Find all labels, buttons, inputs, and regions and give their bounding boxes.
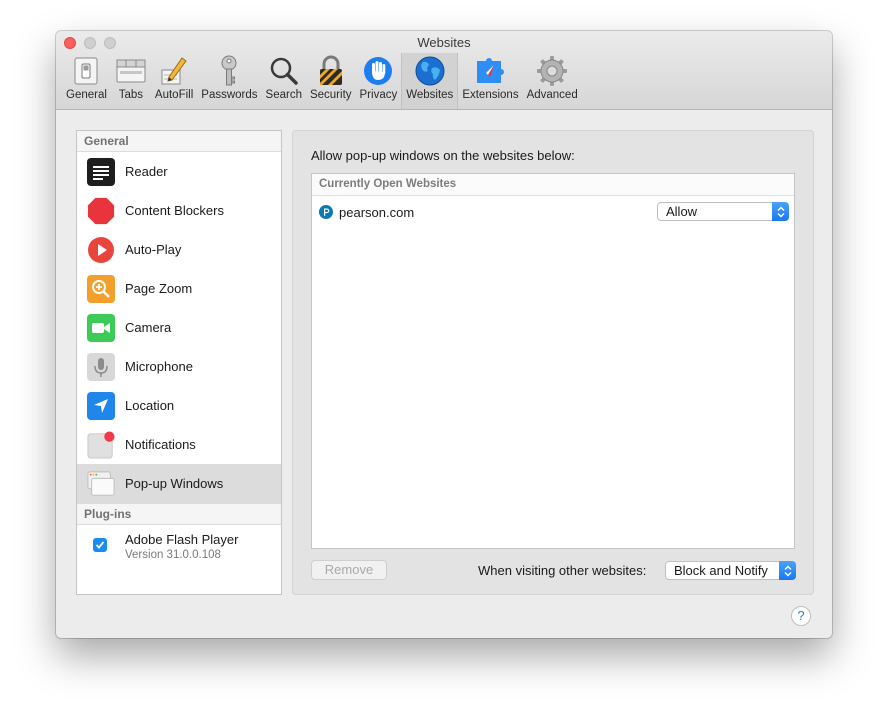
play-icon [87,236,115,264]
extensions-icon [474,55,506,87]
chevron-updown-icon [772,202,789,221]
preferences-toolbar: General Tabs AutoFill Passwords Search S… [62,53,582,109]
other-websites-value: Block and Notify [674,563,768,578]
help-button[interactable]: ? [791,606,811,626]
key-icon [213,55,245,87]
plugin-name: Adobe Flash Player [125,532,239,547]
pencil-icon [158,55,190,87]
websites-table: Currently Open Websites pearson.com Allo… [311,173,795,549]
preferences-window: Websites General Tabs AutoFill Passwords… [56,31,832,638]
sidebar-item-label: Notifications [125,437,196,452]
magnifier-icon [268,55,300,87]
site-setting-select[interactable]: Allow [657,202,789,221]
location-arrow-icon [87,391,115,420]
tab-general-label: General [66,89,107,101]
zoom-icon [87,274,115,303]
sidebar-item-auto-play[interactable]: Auto-Play [77,230,281,269]
tab-search[interactable]: Search [262,53,306,109]
tab-autofill[interactable]: AutoFill [151,53,197,109]
tab-security-label: Security [309,89,352,101]
tab-passwords[interactable]: Passwords [197,53,261,109]
sidebar-item-label: Camera [125,320,172,335]
sidebar-item-reader[interactable]: Reader [77,152,281,191]
tab-privacy[interactable]: Privacy [356,53,402,109]
sidebar-item-label: Reader [125,164,168,179]
tabs-icon [115,55,147,87]
tab-search-label: Search [265,89,302,101]
websites-pane: General Reader Content Blockers Auto-Pla… [56,110,832,638]
tab-advanced-label: Advanced [526,89,578,101]
padlock-icon [315,55,347,87]
other-websites-label: When visiting other websites: [478,563,647,578]
plugins-section-header: Plug-ins [77,503,281,525]
sidebar-item-camera[interactable]: Camera [77,308,281,347]
sidebar-item-flash-player[interactable]: Adobe Flash Player Version 31.0.0.108 [77,525,281,573]
titlebar: Websites General Tabs AutoFill Passwords… [56,31,832,110]
hand-icon [362,55,394,87]
tab-passwords-label: Passwords [201,89,258,101]
plugin-version: Version 31.0.0.108 [125,549,221,561]
reader-icon [87,157,115,186]
tab-websites[interactable]: Websites [401,53,459,109]
site-domain: pearson.com [339,204,415,220]
site-setting-value: Allow [666,204,698,219]
checkmark-icon [95,541,105,549]
sidebar-item-content-blockers[interactable]: Content Blockers [77,191,281,230]
sidebar-item-label: Location [125,398,175,413]
tab-privacy-label: Privacy [359,89,398,101]
stop-sign-icon [87,197,115,225]
popup-windows-icon [87,470,115,498]
tab-general[interactable]: General [62,53,111,109]
popup-settings-panel: Allow pop-up windows on the websites bel… [292,130,814,595]
sidebar-item-label: Content Blockers [125,203,224,218]
microphone-icon [87,352,115,381]
general-section-header: General [77,131,281,152]
pearson-favicon-icon [319,205,333,219]
websites-sidebar: General Reader Content Blockers Auto-Pla… [76,130,282,595]
tab-advanced[interactable]: Advanced [523,53,582,109]
flash-enabled-checkbox[interactable] [93,538,107,552]
tab-security[interactable]: Security [306,53,356,109]
globe-icon [414,55,446,87]
general-switch-icon [70,55,102,87]
tab-tabs-label: Tabs [118,89,144,101]
window-title: Websites [417,35,471,50]
sidebar-item-pop-up-windows[interactable]: Pop-up Windows [77,464,281,503]
table-header: Currently Open Websites [312,174,794,196]
tab-extensions-label: Extensions [462,89,519,101]
tab-extensions[interactable]: Extensions [458,53,522,109]
notifications-icon [87,430,115,459]
tab-tabs[interactable]: Tabs [111,53,151,109]
sidebar-item-label: Pop-up Windows [125,476,224,491]
sidebar-item-label: Page Zoom [125,281,193,296]
tab-websites-label: Websites [406,89,454,101]
sidebar-item-label: Auto-Play [125,242,182,257]
plugin-info: Adobe Flash Player Version 31.0.0.108 [125,532,238,573]
sidebar-item-label: Microphone [125,359,193,374]
table-row[interactable]: pearson.com Allow [312,196,794,228]
tab-autofill-label: AutoFill [154,89,194,101]
other-websites-select[interactable]: Block and Notify [665,561,796,580]
chevron-updown-icon [779,561,796,580]
sidebar-item-page-zoom[interactable]: Page Zoom [77,269,281,308]
panel-heading: Allow pop-up windows on the websites bel… [311,148,575,163]
sidebar-item-notifications[interactable]: Notifications [77,425,281,464]
sidebar-item-location[interactable]: Location [77,386,281,425]
sidebar-item-microphone[interactable]: Microphone [77,347,281,386]
gear-icon [536,55,568,87]
remove-button[interactable]: Remove [311,560,387,580]
camera-icon [87,313,115,342]
